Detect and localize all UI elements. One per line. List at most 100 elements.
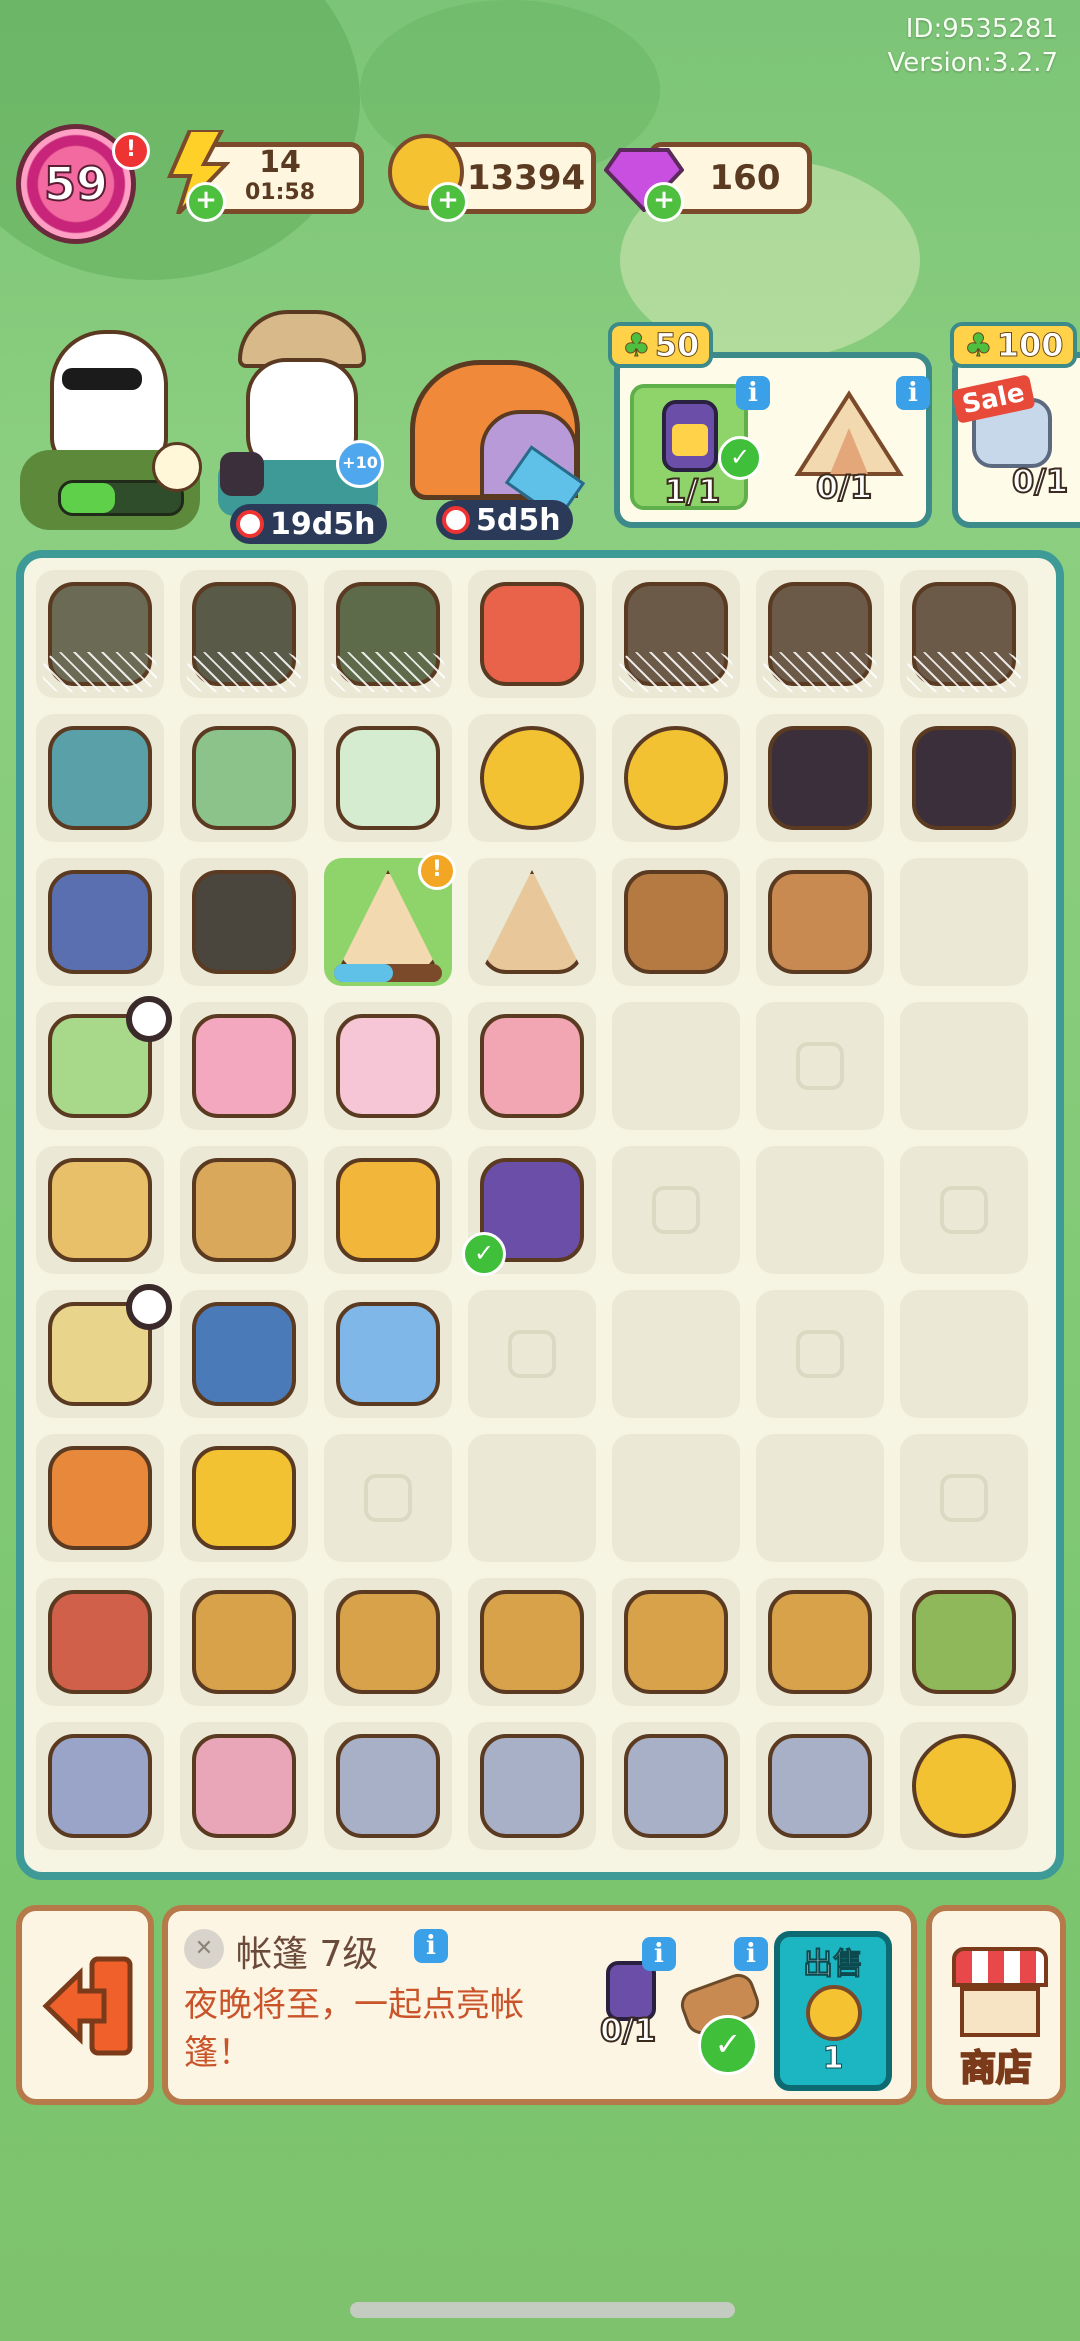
order-item-lantern[interactable]: ✓ 1/1 <box>630 384 762 511</box>
explorer-goose-character[interactable]: +10 19d5h <box>200 310 388 544</box>
board-cell-mahjong-tiles[interactable] <box>324 714 452 842</box>
chess-board-icon <box>192 1302 296 1406</box>
board-cell-food-basket[interactable] <box>756 1578 884 1706</box>
reward-badge: ♣ 100 <box>950 322 1078 368</box>
board-cell-chess-board[interactable] <box>180 1290 308 1418</box>
board-cell-food-basket[interactable] <box>180 1578 308 1706</box>
board-cell-cherry-blossom[interactable] <box>324 1002 452 1130</box>
order-item-tent[interactable]: 0/1 <box>790 384 908 510</box>
shop-label: 商店 <box>959 2047 1033 2090</box>
add-energy-button[interactable]: + <box>186 182 226 222</box>
cobweb-icon <box>330 652 446 692</box>
cobweb-icon <box>762 652 878 692</box>
board-cell-coin-stack[interactable] <box>612 714 740 842</box>
player-id: ID:9535281 <box>905 14 1058 44</box>
board-cell-bbq-grill-cart[interactable] <box>36 1284 172 1418</box>
board-cell-gold-coins[interactable] <box>900 1722 1028 1850</box>
board-cell-kebab-skewers[interactable] <box>36 1434 164 1562</box>
board-cell-trash-bags[interactable] <box>36 858 164 986</box>
coin-stack-icon <box>624 726 728 830</box>
board-cell-tent-producer[interactable]: ! <box>324 852 456 986</box>
add-coins-button[interactable]: + <box>428 182 468 222</box>
board-cell-trash-bag[interactable] <box>180 858 308 986</box>
board-cell-bag-web[interactable] <box>180 570 308 698</box>
board-cell-branch-web[interactable] <box>612 570 740 698</box>
cobweb-icon <box>618 652 734 692</box>
board-cell-soda-bottles[interactable] <box>324 1146 452 1274</box>
board-cell-roast-meat[interactable] <box>36 1578 164 1706</box>
coin-icon <box>806 1985 862 2041</box>
board-cell-tableware-set[interactable] <box>180 1722 308 1850</box>
board-cell-ice-bucket[interactable] <box>180 1146 308 1274</box>
board-cell-log[interactable] <box>756 858 884 986</box>
done-check-icon: ✓ <box>718 436 762 480</box>
info-button[interactable]: i <box>734 1937 768 1971</box>
board-cell-logs[interactable] <box>612 858 740 986</box>
tent-house-character[interactable]: 5d5h <box>400 350 590 540</box>
sunglasses-icon <box>62 368 142 390</box>
dj-goose-character[interactable] <box>0 300 202 535</box>
board-cell-locked <box>756 1002 884 1130</box>
add-gems-button[interactable]: + <box>644 182 684 222</box>
board-cell-cutlery-cup[interactable] <box>756 1722 884 1850</box>
board-cell-empty <box>756 1146 884 1274</box>
info-button[interactable]: i <box>896 376 930 410</box>
board-cell-bucket[interactable] <box>36 1146 164 1274</box>
board-cell-corn-skewer[interactable] <box>180 1434 308 1562</box>
sell-button[interactable]: 出售 1 <box>774 1931 892 2091</box>
clock-icon <box>442 506 470 534</box>
board-cell-food-basket[interactable] <box>324 1578 452 1706</box>
board-cell-food-basket[interactable] <box>612 1578 740 1706</box>
board-cell-asparagus-eggs[interactable] <box>900 1578 1028 1706</box>
info-button[interactable]: i <box>414 1929 448 1963</box>
board-cell-suitcase-web[interactable] <box>36 570 164 698</box>
board-cell-tent-frame[interactable] <box>468 858 596 986</box>
alert-icon: ! <box>418 852 456 890</box>
mahjong-tiles-icon <box>336 726 440 830</box>
bonus-badge: +10 <box>336 440 384 488</box>
handheld-game-icon <box>192 726 296 830</box>
board-cell-locked <box>900 1146 1028 1274</box>
food-basket-icon <box>192 1590 296 1694</box>
board-cell-bug-net[interactable] <box>324 1290 452 1418</box>
board-cell-chest-web[interactable] <box>324 570 452 698</box>
board-cell-coin-pile[interactable] <box>468 714 596 842</box>
shop-button[interactable]: 商店 <box>926 1905 1066 2105</box>
sell-label: 出售 <box>803 1947 864 1983</box>
board-cell-empty <box>900 1002 1028 1130</box>
board-cell-cutlery-cup[interactable] <box>468 1722 596 1850</box>
trash-bag-icon <box>192 870 296 974</box>
thread-spools-icon <box>480 582 584 686</box>
clover-icon: ♣ <box>964 326 994 365</box>
mute-icon[interactable]: ✕ <box>184 1929 224 1969</box>
board-cell-branch-web[interactable] <box>900 570 1028 698</box>
board-cell-flower-wreath[interactable] <box>180 1002 308 1130</box>
food-basket-icon <box>480 1590 584 1694</box>
board-cell-handheld-game[interactable] <box>180 714 308 842</box>
order-card-2[interactable]: Sale 0/1 <box>951 352 1080 528</box>
board-cell-empty <box>612 1434 740 1562</box>
board-cell-cutlery-cup[interactable] <box>324 1722 452 1850</box>
board-cell-coal-lumps[interactable] <box>900 714 1028 842</box>
exit-button[interactable] <box>16 1905 154 2105</box>
board-cell-cutlery-cup[interactable] <box>612 1722 740 1850</box>
cooldown-clock-icon <box>126 996 172 1042</box>
board-cell-blossom-tree[interactable] <box>36 996 172 1130</box>
tent-icon <box>794 390 904 476</box>
energy-timer: 01:58 <box>244 180 316 205</box>
order-card-1[interactable]: ✓ 1/1 i 0/1 i <box>614 352 932 528</box>
board-cell-picnic-cooler[interactable] <box>36 1722 164 1850</box>
board-cell-coal[interactable] <box>756 714 884 842</box>
task-title: 帐篷 7级 <box>236 1934 379 1975</box>
tent-frame-icon <box>480 870 584 974</box>
cobweb-icon <box>186 652 302 692</box>
info-button[interactable]: i <box>736 376 770 410</box>
board-cell-branch-web[interactable] <box>756 570 884 698</box>
board-cell-thread-spools[interactable] <box>468 570 596 698</box>
info-button[interactable]: i <box>642 1937 676 1971</box>
board-cell-telescope[interactable] <box>36 714 164 842</box>
board-cell-food-basket[interactable] <box>468 1578 596 1706</box>
home-indicator[interactable] <box>350 2302 735 2318</box>
board-cell-lantern[interactable]: ✓ <box>462 1146 596 1276</box>
board-cell-flower-bud[interactable] <box>468 1002 596 1130</box>
